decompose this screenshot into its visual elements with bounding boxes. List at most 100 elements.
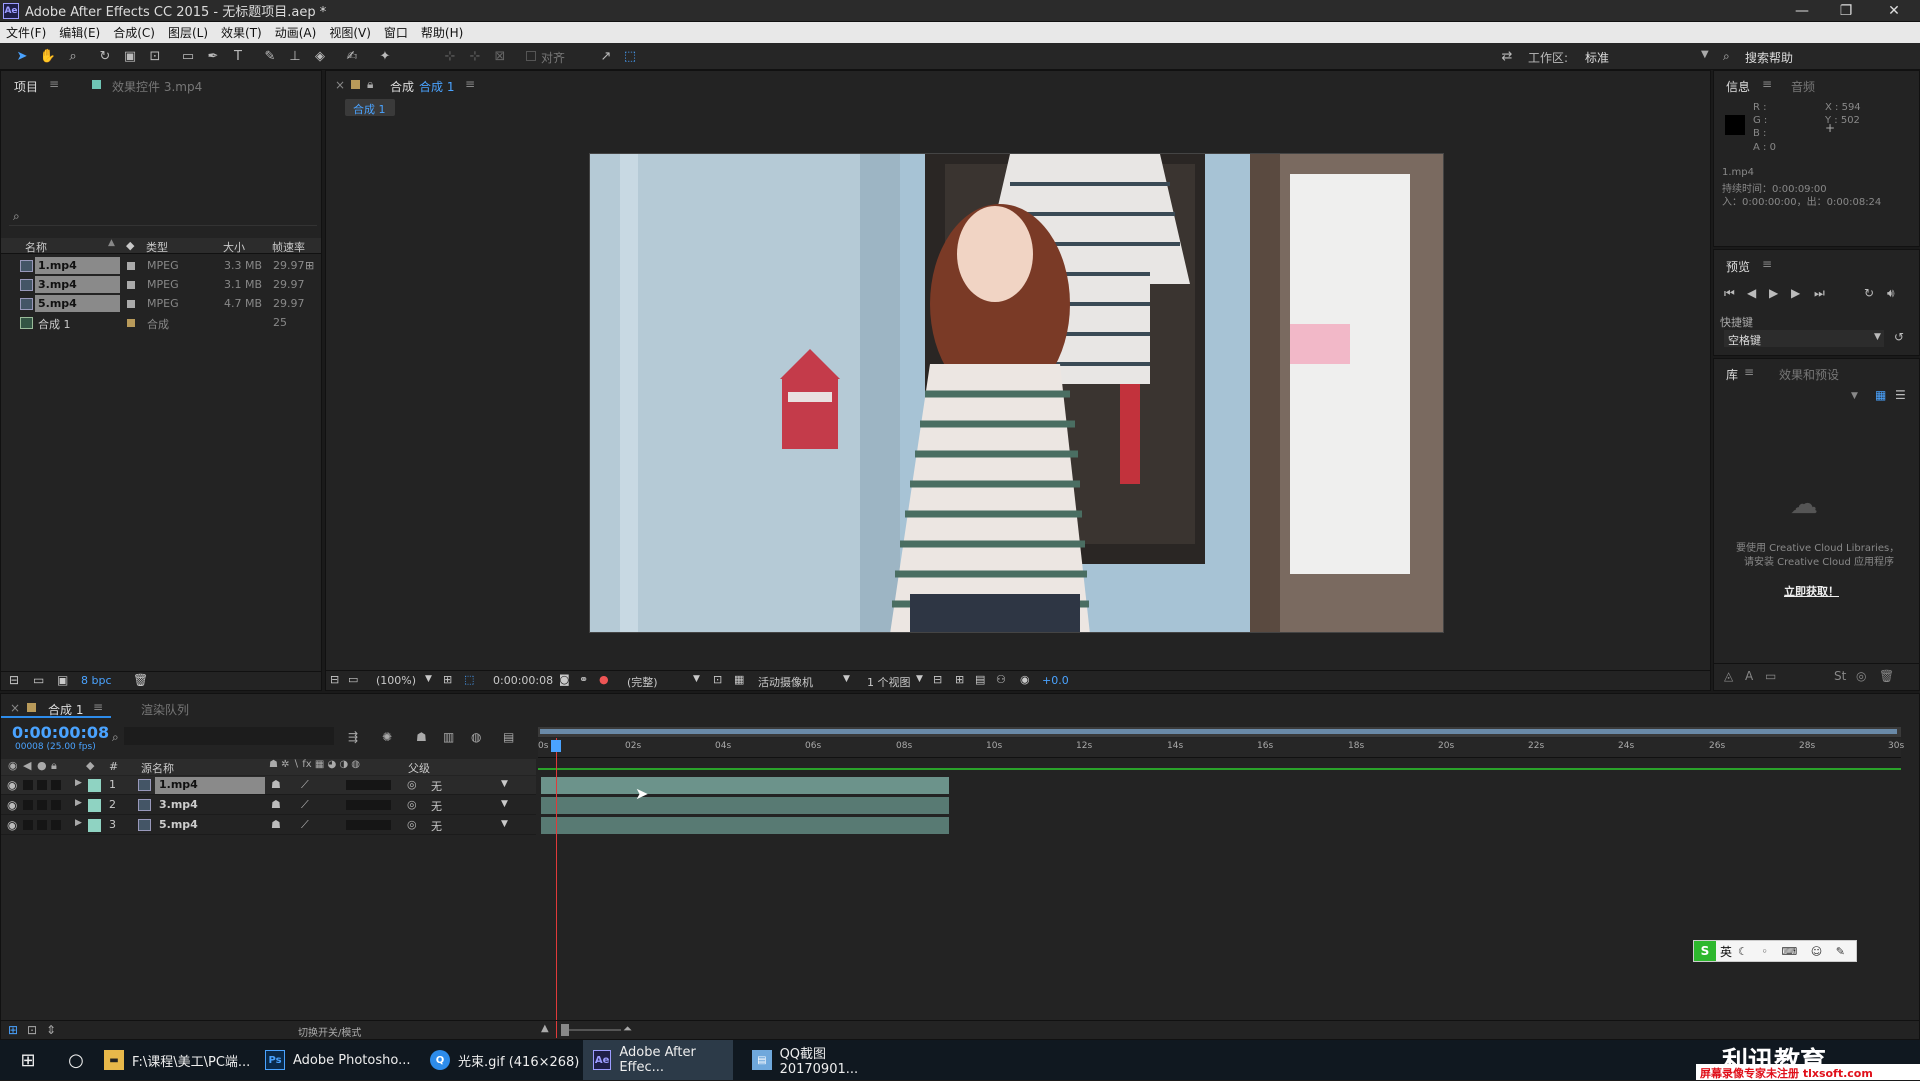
menu-window[interactable]: 窗口 (384, 24, 408, 41)
parent-select[interactable]: 无 (431, 818, 442, 834)
pan-behind-tool-icon[interactable]: ⊡ (145, 47, 165, 65)
minimize-button[interactable]: — (1780, 0, 1824, 22)
panel-menu-icon[interactable]: ≡ (465, 77, 475, 91)
lock-toggle[interactable] (51, 820, 61, 830)
menu-effect[interactable]: 效果(T) (221, 24, 262, 41)
timeline-icon[interactable]: ▤ (975, 673, 985, 686)
audio-toggle[interactable] (23, 820, 33, 830)
expand-arrow-icon[interactable]: ▶ (75, 778, 82, 788)
comp-mini-flowchart-icon[interactable]: ⇶ (348, 730, 358, 744)
previous-frame-icon[interactable]: ◀ (1747, 286, 1756, 300)
selection-tool-icon[interactable]: ➤ (12, 47, 32, 65)
transparency-grid-icon[interactable]: ▦ (734, 673, 744, 686)
taskbar-item-explorer[interactable]: ▬ F:\课程\美工\PC端... (104, 1040, 259, 1080)
close-tab-icon[interactable]: × (335, 78, 345, 92)
ime-lang[interactable]: 英 (1720, 943, 1732, 960)
library-dropdown-icon[interactable]: ▼ (1851, 391, 1858, 401)
axis-world-icon[interactable]: ⊹ (465, 47, 485, 65)
panel-menu-icon[interactable]: ≡ (49, 77, 59, 91)
last-frame-icon[interactable]: ⏭ (1814, 286, 1825, 301)
comp-breadcrumb[interactable]: 合成 1 (345, 99, 395, 116)
views-dropdown-icon[interactable]: ▼ (916, 674, 923, 684)
zoom-tool-icon[interactable]: ⌕ (63, 47, 83, 65)
roto-brush-tool-icon[interactable]: ✍ (342, 47, 362, 65)
get-it-now-link[interactable]: 立即获取！ (1784, 583, 1839, 599)
menu-composition[interactable]: 合成(C) (113, 24, 155, 41)
brush-tool-icon[interactable]: ✎ (260, 47, 280, 65)
resolution-dropdown-icon[interactable]: ▼ (693, 674, 700, 684)
monitor-icon[interactable]: ▭ (348, 673, 358, 686)
composition-viewer-image[interactable] (589, 153, 1444, 633)
workspace-dropdown-icon[interactable]: ▼ (1701, 49, 1709, 60)
menu-animation[interactable]: 动画(A) (275, 24, 317, 41)
zoom-out-icon[interactable]: ▲ (541, 1023, 549, 1034)
layer-label-swatch[interactable] (88, 799, 101, 812)
start-button[interactable]: ⊞ (8, 1040, 48, 1080)
table-row[interactable]: ◉ ▶ 3 5.mp4 ☗ ⟋ ◎ 无 ▼ (1, 816, 536, 835)
camera-tool-icon[interactable]: ▣ (120, 47, 140, 65)
motion-blur-icon[interactable]: ◍ (471, 730, 481, 744)
workspace-select[interactable]: 标准 (1585, 49, 1609, 66)
new-folder-icon[interactable]: ▭ (33, 673, 44, 687)
column-fps[interactable]: 帧速率 (272, 239, 305, 255)
safe-zones-icon[interactable]: ⊞ (443, 673, 452, 686)
current-time-display[interactable]: 0:00:00:08 (12, 723, 109, 742)
tab-project[interactable]: 项目 (14, 78, 38, 95)
lock-icon[interactable]: 🔒︎ (367, 77, 373, 92)
audio-icon[interactable]: 🔊︎ (1887, 286, 1895, 301)
flowchart-icon[interactable]: ⚇ (996, 673, 1006, 686)
resolution-select[interactable]: (完整) (627, 674, 658, 690)
type-tool-icon[interactable]: T (228, 47, 248, 65)
shy-switch-icon[interactable]: ☗ (271, 818, 281, 831)
panel-menu-icon[interactable]: ≡ (93, 700, 103, 714)
stock-icon[interactable]: St (1834, 669, 1846, 683)
sync-icon[interactable]: ◎ (1856, 669, 1866, 683)
tab-composition-name[interactable]: 合成 1 (419, 78, 454, 95)
project-search-input[interactable]: ⌕ (9, 208, 317, 226)
work-area-range[interactable] (540, 729, 1897, 734)
close-button[interactable]: ✕ (1872, 0, 1916, 22)
list-item[interactable]: 合成 1 合成 25 (2, 314, 320, 332)
loop-icon[interactable]: ↻ (1864, 286, 1874, 300)
trash-icon[interactable]: 🗑 (1879, 669, 1894, 683)
list-item[interactable]: 5.mp4 MPEG 4.7 MB 29.97 (2, 295, 320, 313)
column-source-name[interactable]: 源名称 (141, 760, 174, 776)
taskbar-item-after-effects[interactable]: Ae Adobe After Effec... (583, 1040, 733, 1080)
toggle-pixel-aspect-icon[interactable]: ⊟ (933, 673, 942, 686)
lock-toggle[interactable] (51, 780, 61, 790)
tab-preview[interactable]: 预览 (1726, 258, 1750, 275)
pick-whip-icon[interactable]: ◎ (407, 798, 417, 811)
switch-group[interactable] (346, 820, 391, 830)
add-graphic-icon[interactable]: ▭ (1765, 669, 1776, 683)
playhead-handle[interactable] (551, 740, 561, 752)
visibility-eye-icon[interactable]: ◉ (7, 818, 17, 832)
zoom-slider-handle[interactable] (561, 1024, 569, 1036)
audio-toggle[interactable] (23, 780, 33, 790)
next-frame-icon[interactable]: ▶ (1791, 286, 1800, 300)
layer-name[interactable]: 5.mp4 (159, 818, 198, 831)
shy-switch-icon[interactable]: ☗ (271, 778, 281, 791)
parent-select[interactable]: 无 (431, 778, 442, 794)
exposure-value[interactable]: +0.0 (1042, 674, 1069, 687)
menu-help[interactable]: 帮助(H) (421, 24, 463, 41)
layer-label-swatch[interactable] (88, 779, 101, 792)
graph-editor-icon[interactable]: ▤ (503, 730, 514, 744)
mask-visibility-icon[interactable]: ⬚ (464, 673, 474, 686)
tab-info[interactable]: 信息 (1726, 78, 1750, 95)
puppet-tool-icon[interactable]: ✦ (375, 47, 395, 65)
fast-preview-icon[interactable]: ⊞ (955, 673, 964, 686)
snap-option-icon[interactable]: ↗ (596, 47, 616, 65)
table-row[interactable]: ◉ ▶ 2 3.mp4 ☗ ⟋ ◎ 无 ▼ (1, 796, 536, 815)
quality-switch-icon[interactable]: ⟋ (301, 778, 309, 792)
parent-dropdown-icon[interactable]: ▼ (501, 799, 508, 809)
close-tab-icon[interactable]: × (10, 701, 20, 715)
lock-toggle[interactable] (51, 800, 61, 810)
layer-bar-3[interactable] (541, 817, 949, 834)
parent-select[interactable]: 无 (431, 798, 442, 814)
expand-arrow-icon[interactable]: ▶ (75, 798, 82, 808)
menu-layer[interactable]: 图层(L) (168, 24, 208, 41)
column-type[interactable]: 类型 (146, 239, 168, 255)
quality-switch-icon[interactable]: ⟋ (301, 818, 309, 832)
solo-toggle[interactable] (37, 820, 47, 830)
rotate-tool-icon[interactable]: ↻ (95, 47, 115, 65)
